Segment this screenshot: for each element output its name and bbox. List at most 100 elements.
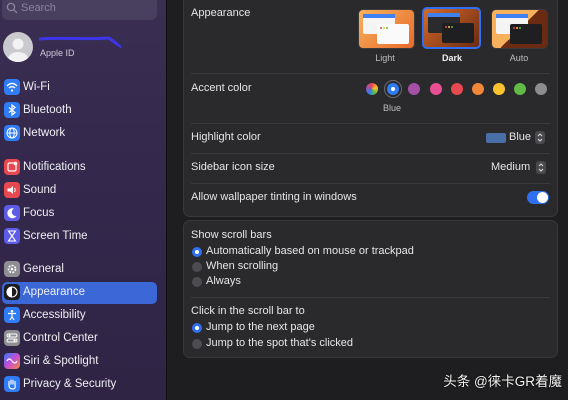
sidebar-item-privacy-security[interactable]: Privacy & Security [2,374,157,396]
accessibility-icon [4,307,20,323]
accent-selected-name: Blue [383,103,402,113]
apple-id-label: Apple ID [40,48,75,58]
gear-icon [4,261,20,277]
highlight-color-label: Highlight color [191,131,261,143]
sidebar-item-label: Siri & Spotlight [23,355,99,367]
sidebar-item-label: Control Center [23,332,98,344]
toggle-knob [537,192,548,203]
wallpaper-tinting-toggle[interactable] [527,191,549,204]
sidebar-item-general[interactable]: General [2,259,157,281]
sidebar-item-siri-spotlight[interactable]: Siri & Spotlight [2,351,157,373]
sidebar-item-label: Bluetooth [23,104,72,116]
sidebar-item-wi-fi[interactable]: Wi-Fi [2,77,157,99]
highlight-color-popup[interactable]: Blue [486,131,546,145]
control-center-icon [4,330,20,346]
wifi-icon [4,79,20,95]
appearance-icon [4,284,20,300]
row-divider [191,123,550,124]
row-divider [191,73,550,74]
accent-pink-swatch[interactable] [430,83,442,95]
dark-mode-preview [428,13,474,43]
accent-graphite-swatch[interactable] [535,83,547,95]
appearance-option-dark[interactable] [422,7,481,49]
watermark: 头条 @徕卡GR着魔 [443,374,562,389]
sidebar-item-notifications[interactable]: Notifications [2,157,157,179]
search-icon [6,2,18,14]
scroll-bars-auto-radio[interactable] [192,247,202,257]
sidebar-icon-size-value: Medium [491,161,531,173]
highlight-swatch [486,133,506,143]
redacted-name-scribble [39,36,121,48]
selected-dot [391,87,395,91]
bell-icon [4,159,20,175]
accent-multicolor-swatch[interactable] [366,83,378,95]
scroll-bar-settings-group: Show scroll bars Automatically based on … [183,220,558,358]
click-next-page-radio[interactable] [192,323,202,333]
appearance-option-label: Dark [441,53,462,63]
hourglass-icon [4,228,20,244]
globe-icon [4,125,20,141]
auto-mode-preview [496,14,542,44]
wallpaper-tinting-label: Allow wallpaper tinting in windows [191,191,357,203]
radio-label: Jump to the spot that's clicked [206,337,354,349]
sidebar-item-sound[interactable]: Sound [2,180,157,202]
radio-label: When scrolling [206,260,279,272]
sidebar-item-control-center[interactable]: Control Center [2,328,157,350]
appearance-option-light[interactable] [358,9,415,49]
accent-color-label: Accent color [191,82,252,94]
radio-label: Always [206,275,241,287]
light-mode-preview [363,14,409,44]
appearance-option-label: Auto [509,53,529,63]
sidebar-item-screen-time[interactable]: Screen Time [2,226,157,248]
sidebar-item-label: General [23,263,64,275]
sidebar: Search Apple ID Wi-Fi Bluetooth Network [0,0,166,400]
radio-label: Automatically based on mouse or trackpad [206,245,414,257]
sidebar-icon-size-label: Sidebar icon size [191,161,275,173]
highlight-color-value: Blue [509,131,532,143]
appearance-option-label: Light [375,53,395,63]
sidebar-item-label: Sound [23,184,57,196]
sidebar-item-network[interactable]: Network [2,123,157,145]
accent-yellow-swatch[interactable] [493,83,505,95]
scroll-bars-when-scrolling-radio[interactable] [192,262,202,272]
click-scroll-bar-label: Click in the scroll bar to [191,305,305,317]
sidebar-item-label: Network [23,127,66,139]
row-divider [191,183,550,184]
search-field[interactable]: Search [2,0,157,20]
accent-red-swatch[interactable] [451,83,463,95]
sidebar-item-accessibility[interactable]: Accessibility [2,305,157,327]
sidebar-icon-size-popup[interactable]: Medium [491,161,547,175]
row-divider [191,153,550,154]
accent-green-swatch[interactable] [514,83,526,95]
row-divider [191,297,550,298]
sidebar-item-appearance[interactable]: Appearance [2,282,157,304]
chevron-updown-icon [536,161,546,174]
accent-blue-swatch[interactable] [387,83,399,95]
scroll-bars-always-radio[interactable] [192,277,202,287]
show-scroll-bars-label: Show scroll bars [191,229,272,241]
siri-icon [4,353,20,369]
sidebar-item-label: Wi-Fi [23,81,50,93]
sidebar-item-label: Focus [23,207,55,219]
appearance-settings-pane: Appearance Light Dark Auto Accent color … [167,0,568,400]
sidebar-item-label: Privacy & Security [23,378,117,390]
moon-icon [4,205,20,221]
chevron-updown-icon [535,131,545,144]
sidebar-item-label: Accessibility [23,309,86,321]
appearance-option-auto[interactable] [491,9,548,49]
accent-orange-swatch[interactable] [472,83,484,95]
speaker-icon [4,182,20,198]
search-placeholder: Search [21,2,56,14]
click-jump-spot-radio[interactable] [192,339,202,349]
avatar [3,32,33,62]
sidebar-item-bluetooth[interactable]: Bluetooth [2,100,157,122]
hand-icon [4,376,20,392]
radio-label: Jump to the next page [206,321,315,333]
accent-purple-swatch[interactable] [408,83,420,95]
sidebar-item-label: Appearance [23,286,86,298]
bluetooth-icon [4,102,20,118]
appearance-label: Appearance [191,7,251,19]
appearance-settings-group: Appearance Light Dark Auto Accent color … [183,0,558,217]
sidebar-item-focus[interactable]: Focus [2,203,157,225]
sidebar-item-label: Notifications [23,161,86,173]
